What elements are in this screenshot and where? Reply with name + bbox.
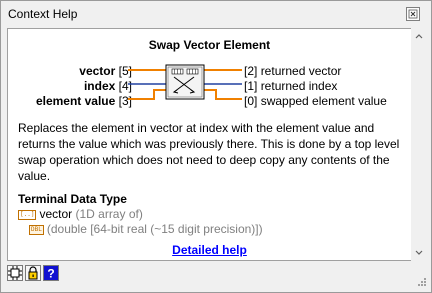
vi-connector-icon (128, 64, 242, 100)
close-button[interactable] (406, 7, 420, 21)
dbl-type-icon: DBL (29, 224, 44, 235)
array-type-icon: [..] (18, 209, 37, 220)
output-returned-index: [1] returned index (244, 79, 337, 93)
help-content: Swap Vector Element vector [5] index [4]… (7, 28, 412, 261)
terminal-type-row-double: DBL (double [64-bit real (~15 digit preci… (29, 222, 263, 236)
vi-description: Replaces the element in vector at index … (18, 121, 400, 183)
terminal-type-desc: (double [64-bit real (~15 digit precisio… (46, 222, 263, 236)
close-icon (408, 9, 418, 19)
scroll-down-icon (415, 250, 423, 255)
scroll-up-button[interactable] (411, 28, 427, 44)
input-name: index (83, 79, 116, 93)
input-element-value: element value [3] (36, 94, 132, 108)
help-question-icon: ? (44, 266, 58, 281)
vertical-scrollbar[interactable] (411, 28, 427, 261)
terminal-data-type-heading: Terminal Data Type (18, 192, 127, 206)
terminal-type-name: vector (39, 207, 73, 221)
input-index-terminal: index [4] (84, 79, 132, 93)
terminal-type-row-vector: [..] vector (1D array of) (18, 207, 143, 221)
output-name: swapped element value (260, 94, 387, 108)
terminal-type-desc: (1D array of) (72, 207, 143, 221)
scroll-up-icon (415, 34, 423, 39)
output-name: returned index (260, 79, 338, 93)
output-name: returned vector (260, 64, 342, 78)
lock-help-icon (28, 266, 38, 280)
show-optional-terminals-icon (8, 266, 22, 280)
input-vector: vector [5] (79, 64, 132, 78)
detailed-help-link[interactable]: Detailed help (8, 243, 411, 257)
resize-grip-icon[interactable] (415, 277, 427, 289)
input-name: vector (79, 64, 116, 78)
output-swapped-element-value: [0] swapped element value (244, 94, 387, 108)
show-optional-terminals-button[interactable] (7, 265, 23, 281)
output-index: [1] (244, 79, 258, 93)
output-index: [2] (244, 64, 258, 78)
output-index: [0] (244, 94, 258, 108)
window-title: Context Help (8, 7, 78, 21)
title-bar: Context Help (1, 1, 431, 27)
lock-help-button[interactable] (25, 265, 41, 281)
vi-title: Swap Vector Element (148, 38, 271, 52)
output-returned-vector: [2] returned vector (244, 64, 341, 78)
svg-text:?: ? (47, 267, 54, 281)
input-name: element value (35, 94, 116, 108)
help-button[interactable]: ? (43, 265, 59, 281)
scroll-down-button[interactable] (411, 245, 427, 261)
context-help-window: Context Help Swap Vector Element vector … (0, 0, 432, 293)
